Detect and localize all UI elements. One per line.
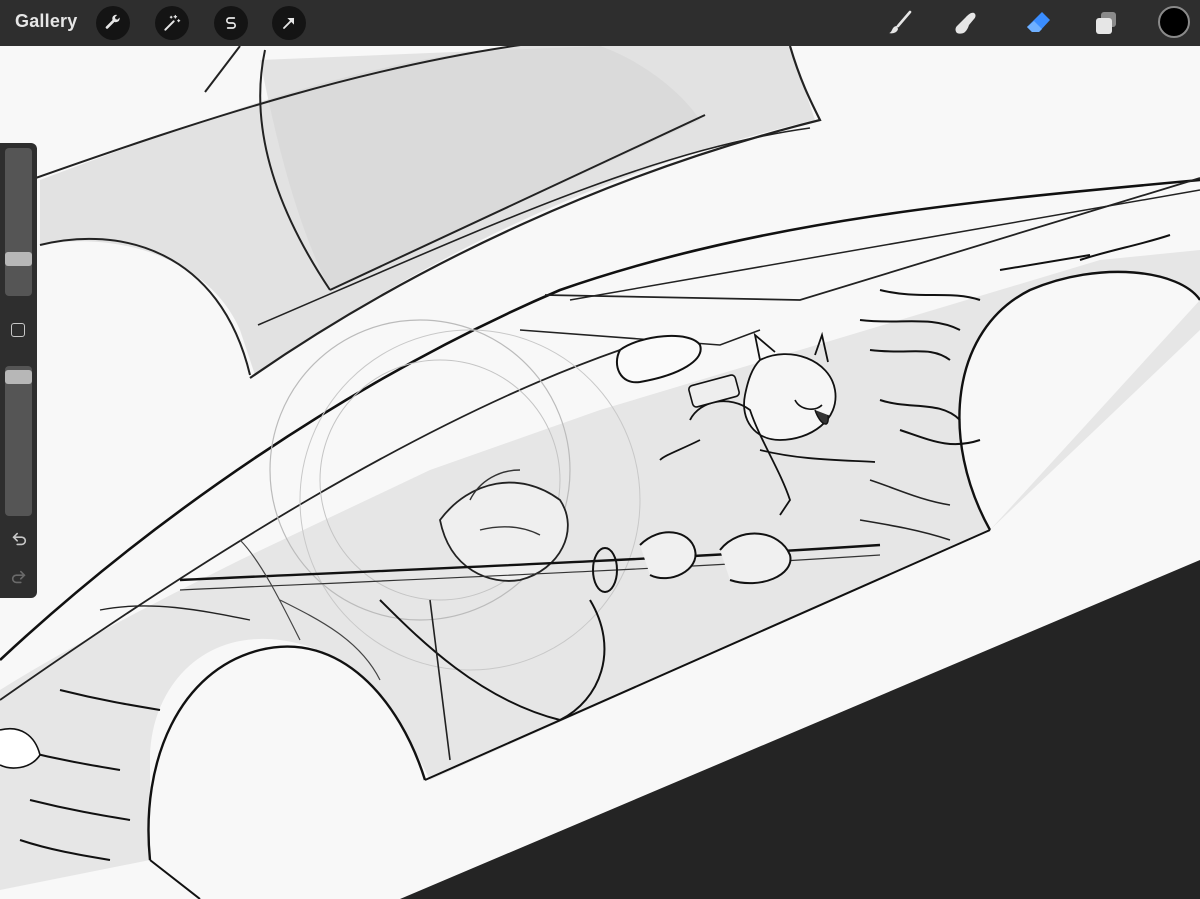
eraser-icon	[1027, 12, 1050, 32]
undo-button[interactable]	[9, 529, 29, 549]
drawing-canvas[interactable]	[0, 46, 1200, 899]
sketch-artwork	[0, 46, 1200, 899]
left-sidebar	[0, 143, 37, 598]
selection-s-icon	[226, 17, 236, 29]
opacity-slider[interactable]	[5, 366, 32, 516]
layers-button[interactable]	[1090, 7, 1122, 39]
brush-size-thumb[interactable]	[5, 252, 32, 266]
top-toolbar: Gallery	[0, 0, 1200, 46]
layers-icon	[1096, 12, 1116, 34]
redo-icon	[11, 570, 26, 584]
wrench-icon	[105, 14, 120, 29]
brush-size-slider[interactable]	[5, 148, 32, 296]
eraser-tool[interactable]	[1022, 7, 1054, 39]
undo-icon	[12, 532, 27, 546]
adjustments-button[interactable]	[155, 6, 189, 40]
transform-button[interactable]	[272, 6, 306, 40]
smudge-finger-icon	[955, 12, 976, 34]
paintbrush-icon	[889, 10, 912, 34]
color-swatch[interactable]	[1158, 6, 1190, 38]
smudge-tool[interactable]	[950, 7, 982, 39]
brush-tool[interactable]	[884, 7, 916, 39]
redo-button[interactable]	[9, 567, 29, 587]
gallery-button[interactable]: Gallery	[15, 11, 77, 32]
modify-button[interactable]	[11, 323, 25, 337]
opacity-thumb[interactable]	[5, 370, 32, 384]
selection-button[interactable]	[214, 6, 248, 40]
actions-button[interactable]	[96, 6, 130, 40]
magic-wand-icon	[164, 14, 181, 31]
arrow-cursor-icon	[283, 17, 295, 29]
